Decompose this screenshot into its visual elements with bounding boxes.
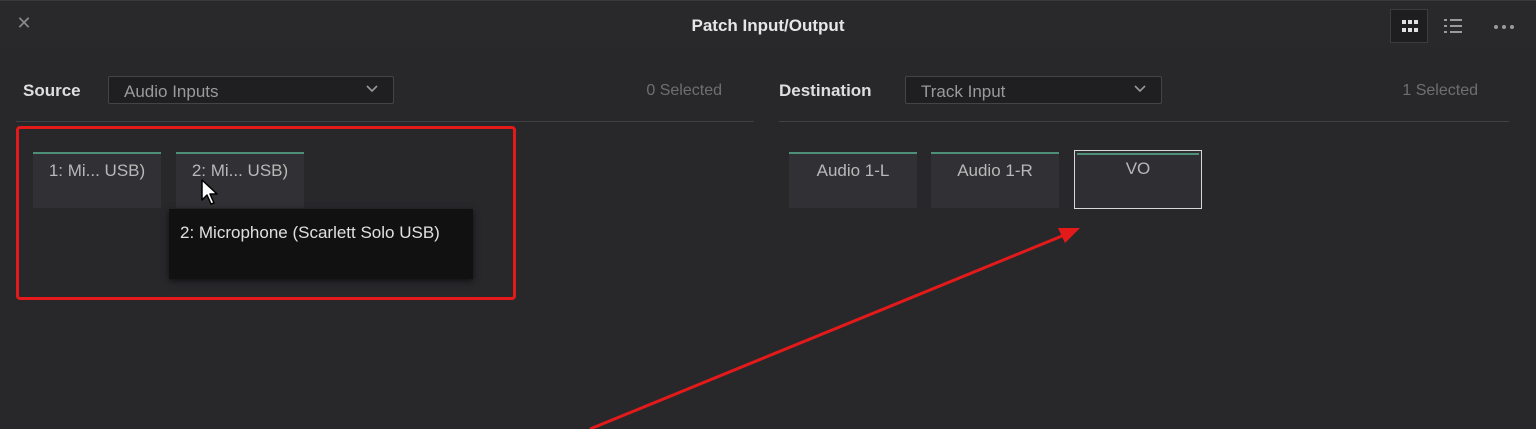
annotation-arrow (589, 228, 1080, 429)
annotation-arrow-line (589, 234, 1063, 429)
